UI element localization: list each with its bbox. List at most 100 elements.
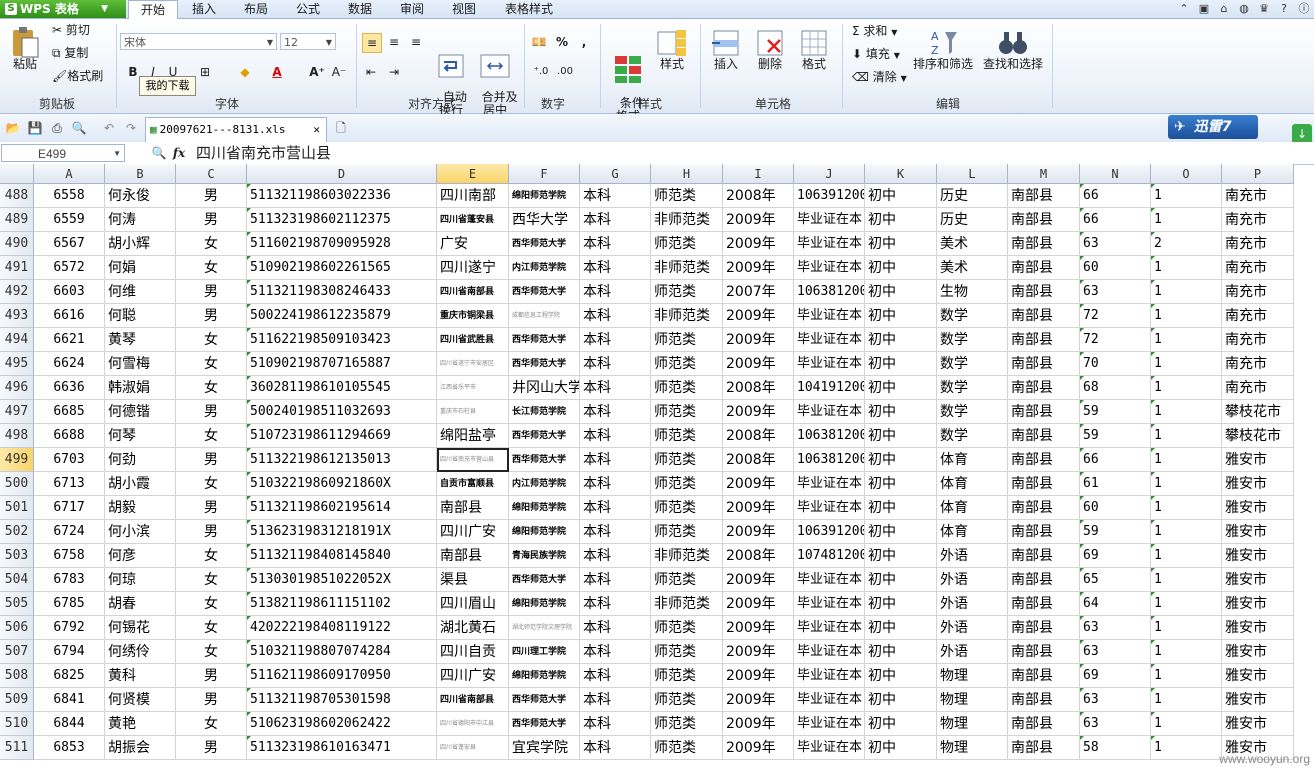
cell-m-510[interactable]: 南部县 (1008, 712, 1080, 736)
skin-icon[interactable]: ♛ (1256, 1, 1272, 17)
cell-g-500[interactable]: 本科 (580, 472, 651, 496)
find-select-button[interactable]: 查找和选择 (980, 28, 1046, 71)
save-icon[interactable]: 💾 (26, 119, 44, 137)
cell-m-503[interactable]: 南部县 (1008, 544, 1080, 568)
cell-d-492[interactable]: 511321198308246433 (247, 280, 437, 304)
cell-h-508[interactable]: 师范类 (651, 664, 723, 688)
cell-m-508[interactable]: 南部县 (1008, 664, 1080, 688)
cell-a-490[interactable]: 6567 (34, 232, 105, 256)
cell-f-490[interactable]: 西华师范大学 (509, 232, 580, 256)
delete-cells-button[interactable]: 删除 (750, 28, 790, 71)
cell-n-507[interactable]: 63 (1080, 640, 1151, 664)
cell-i-490[interactable]: 2009年 (723, 232, 794, 256)
cell-g-491[interactable]: 本科 (580, 256, 651, 280)
cell-d-510[interactable]: 510623198602062422 (247, 712, 437, 736)
cell-k-502[interactable]: 初中 (865, 520, 937, 544)
cell-g-507[interactable]: 本科 (580, 640, 651, 664)
cell-o-499[interactable]: 1 (1151, 448, 1222, 472)
cell-c-492[interactable]: 男 (176, 280, 247, 304)
cell-m-501[interactable]: 南部县 (1008, 496, 1080, 520)
cell-p-502[interactable]: 雅安市 (1222, 520, 1294, 544)
cell-g-499[interactable]: 本科 (580, 448, 651, 472)
cell-n-497[interactable]: 59 (1080, 400, 1151, 424)
cell-k-510[interactable]: 初中 (865, 712, 937, 736)
cell-d-505[interactable]: 513821198611151102 (247, 592, 437, 616)
cell-c-503[interactable]: 女 (176, 544, 247, 568)
new-document-icon[interactable]: 🗋 (332, 119, 350, 137)
download-icon[interactable]: ↓ (1292, 124, 1312, 144)
cell-d-511[interactable]: 511323198610163471 (247, 736, 437, 760)
cell-o-509[interactable]: 1 (1151, 688, 1222, 712)
cell-e-500[interactable]: 自贡市富顺县 (437, 472, 509, 496)
cell-p-506[interactable]: 雅安市 (1222, 616, 1294, 640)
cell-a-497[interactable]: 6685 (34, 400, 105, 424)
cell-f-499[interactable]: 西华师范大学 (509, 448, 580, 472)
cell-h-507[interactable]: 师范类 (651, 640, 723, 664)
print-preview-icon[interactable]: 🔍 (70, 119, 88, 137)
cell-f-493[interactable]: 成都信息工程学院 (509, 304, 580, 328)
cell-a-491[interactable]: 6572 (34, 256, 105, 280)
column-header-i[interactable]: I (723, 164, 794, 184)
cell-j-493[interactable]: 毕业证在本 (794, 304, 865, 328)
cell-b-505[interactable]: 胡春 (105, 592, 176, 616)
cell-i-507[interactable]: 2009年 (723, 640, 794, 664)
cell-b-503[interactable]: 何彦 (105, 544, 176, 568)
cell-d-500[interactable]: 51032219860921860X (247, 472, 437, 496)
cell-l-505[interactable]: 外语 (937, 592, 1008, 616)
cell-g-503[interactable]: 本科 (580, 544, 651, 568)
cell-c-502[interactable]: 男 (176, 520, 247, 544)
cell-k-492[interactable]: 初中 (865, 280, 937, 304)
cell-a-506[interactable]: 6792 (34, 616, 105, 640)
cell-o-500[interactable]: 1 (1151, 472, 1222, 496)
cell-p-496[interactable]: 南充市 (1222, 376, 1294, 400)
paste-button[interactable]: 粘贴 (6, 26, 44, 71)
decrease-decimal-button[interactable]: .00 (556, 63, 574, 81)
copy-button[interactable]: ⧉ 复制 (52, 47, 112, 60)
cell-a-503[interactable]: 6758 (34, 544, 105, 568)
cell-l-500[interactable]: 体育 (937, 472, 1008, 496)
cell-c-495[interactable]: 女 (176, 352, 247, 376)
cell-p-493[interactable]: 南充市 (1222, 304, 1294, 328)
comma-button[interactable]: , (575, 33, 593, 51)
cell-e-495[interactable]: 四川省遂宁市安居区 (437, 352, 509, 376)
cell-f-500[interactable]: 内江师范学院 (509, 472, 580, 496)
column-header-d[interactable]: D (247, 164, 437, 184)
cell-d-493[interactable]: 500224198612235879 (247, 304, 437, 328)
row-header[interactable]: 505 (0, 592, 34, 616)
cell-l-490[interactable]: 美术 (937, 232, 1008, 256)
cell-l-489[interactable]: 历史 (937, 208, 1008, 232)
cell-d-490[interactable]: 511602198709095928 (247, 232, 437, 256)
cell-e-497[interactable]: 重庆市石柱县 (437, 400, 509, 424)
cell-c-491[interactable]: 女 (176, 256, 247, 280)
fx-icon[interactable]: fx (170, 144, 188, 162)
cell-g-508[interactable]: 本科 (580, 664, 651, 688)
borders-icon[interactable]: ⊞ (196, 63, 214, 81)
cell-j-510[interactable]: 毕业证在本 (794, 712, 865, 736)
redo-icon[interactable]: ↷ (122, 119, 140, 137)
cell-k-493[interactable]: 初中 (865, 304, 937, 328)
cell-b-497[interactable]: 何德锴 (105, 400, 176, 424)
cell-e-505[interactable]: 四川眉山 (437, 592, 509, 616)
autosum-button[interactable]: Σ 求和 ▼ (852, 25, 910, 39)
app-menu-button[interactable]: S WPS 表格 ▼ (0, 0, 126, 18)
cell-j-502[interactable]: 106391200 (794, 520, 865, 544)
cell-b-499[interactable]: 何劲 (105, 448, 176, 472)
align-center-icon[interactable]: ≡ (385, 33, 403, 51)
cell-i-511[interactable]: 2009年 (723, 736, 794, 760)
cell-l-504[interactable]: 外语 (937, 568, 1008, 592)
shrink-font-button[interactable]: A⁻ (330, 63, 348, 81)
cell-p-501[interactable]: 雅安市 (1222, 496, 1294, 520)
cell-c-493[interactable]: 男 (176, 304, 247, 328)
tab-item[interactable]: 审阅 (388, 0, 436, 18)
column-header-g[interactable]: G (580, 164, 651, 184)
cell-b-495[interactable]: 何雪梅 (105, 352, 176, 376)
cell-g-510[interactable]: 本科 (580, 712, 651, 736)
cell-b-501[interactable]: 胡毅 (105, 496, 176, 520)
cell-c-509[interactable]: 男 (176, 688, 247, 712)
cell-f-494[interactable]: 西华师范大学 (509, 328, 580, 352)
cell-g-496[interactable]: 本科 (580, 376, 651, 400)
cell-e-511[interactable]: 四川省蓬安县 (437, 736, 509, 760)
column-header-f[interactable]: F (509, 164, 580, 184)
cell-l-494[interactable]: 数学 (937, 328, 1008, 352)
cell-h-499[interactable]: 师范类 (651, 448, 723, 472)
